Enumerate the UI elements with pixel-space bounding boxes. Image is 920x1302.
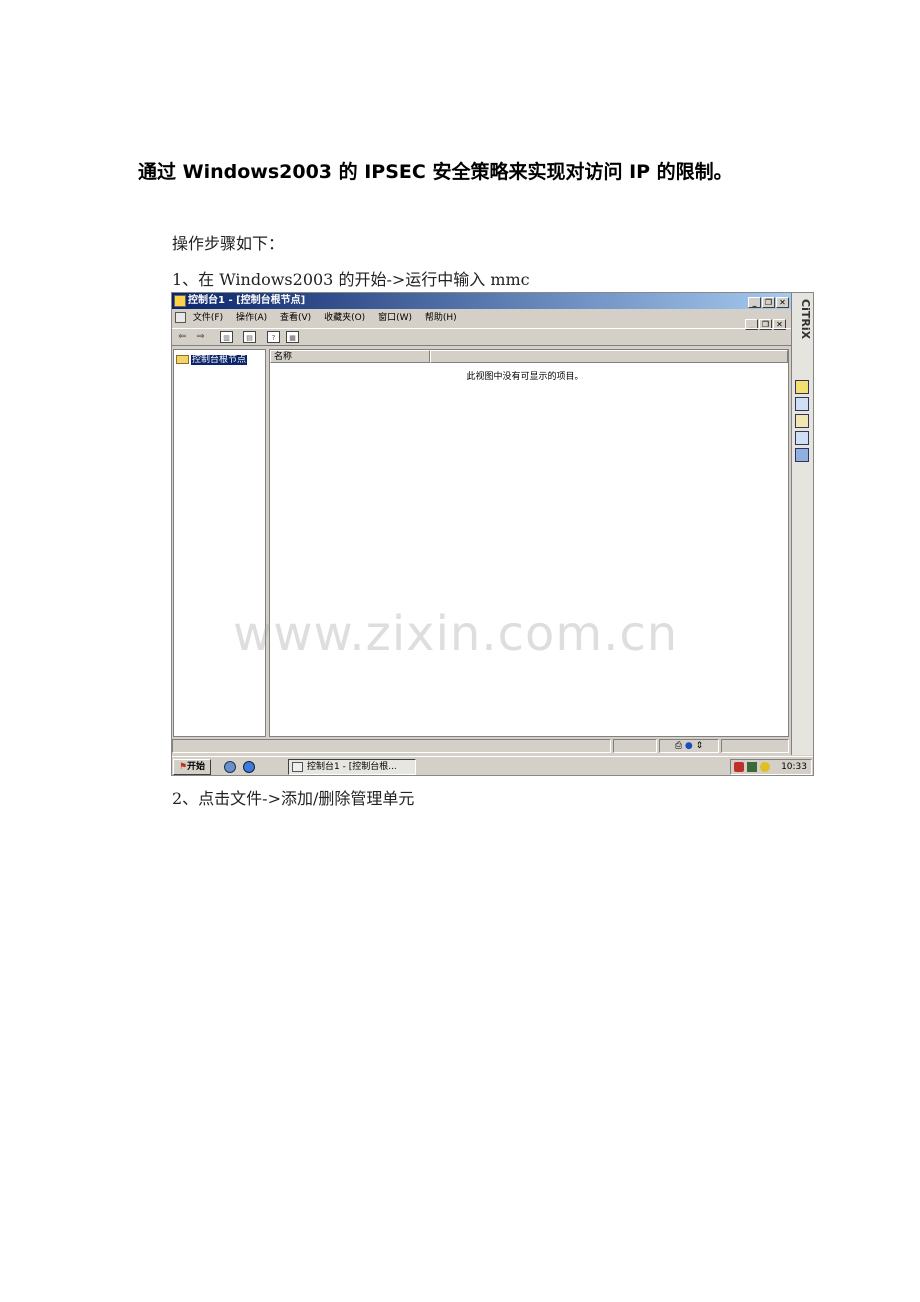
mmc-screenshot: 控制台1 - [控制台根节点] _ ❐ ✕ 文件(F) 操作(A) 查看(V) 收藏… xyxy=(171,292,814,776)
intro-paragraph: 操作步骤如下： xyxy=(172,234,285,253)
menu-view[interactable]: 查看(V) xyxy=(280,310,311,326)
menu-action[interactable]: 操作(A) xyxy=(236,310,267,326)
menu-window[interactable]: 窗口(W) xyxy=(378,310,412,326)
help-topic-icon[interactable]: ? xyxy=(267,331,280,343)
start-label: 开始 xyxy=(187,762,206,772)
show-tree-icon[interactable]: ▥ xyxy=(220,331,233,343)
printer-icon: ⎙ xyxy=(674,741,683,751)
column-header-blank[interactable] xyxy=(430,350,788,363)
console-task-icon xyxy=(292,762,303,772)
menu-favorites[interactable]: 收藏夹(O) xyxy=(324,310,365,326)
citrix-sidebar: CiTRiX xyxy=(791,293,813,755)
folder-icon xyxy=(176,355,189,364)
forward-arrow-icon[interactable]: ⇒ xyxy=(194,331,207,343)
system-tray: 10:33 xyxy=(730,759,812,775)
task-label: 控制台1 - [控制台根... xyxy=(307,762,397,772)
console-icon[interactable] xyxy=(175,312,186,323)
status-pane-2 xyxy=(613,739,657,753)
tree-item-label: 控制台根节点 xyxy=(191,355,248,365)
tree-item-console-root[interactable]: 控制台根节点 xyxy=(176,352,248,365)
toolbar: ⇐ ⇒ ▥ ▤ ? ▦ xyxy=(172,328,791,346)
network-icon[interactable] xyxy=(747,762,757,772)
step-2-paragraph: 2、点击文件->添加/删除管理单元 xyxy=(172,789,415,808)
start-button[interactable]: ⚑开始 xyxy=(173,759,211,775)
step-1-paragraph: 1、在 Windows2003 的开始->运行中输入 mmc xyxy=(172,270,530,289)
back-arrow-icon[interactable]: ⇐ xyxy=(176,331,189,343)
details-pane: 名称 此视图中没有可显示的项目。 xyxy=(269,349,789,737)
menu-file[interactable]: 文件(F) xyxy=(193,310,223,326)
console-tree-pane: 控制台根节点 xyxy=(173,349,266,737)
status-bar: ⎙ ● ⇕ xyxy=(172,739,791,754)
shield-icon[interactable] xyxy=(760,762,770,772)
citrix-home-icon[interactable] xyxy=(795,380,809,394)
export-list-icon[interactable]: ▤ xyxy=(243,331,256,343)
window-titlebar: 控制台1 - [控制台根节点] _ ❐ ✕ xyxy=(172,293,791,309)
status-pane-main xyxy=(172,739,611,753)
menu-bar: 文件(F) 操作(A) 查看(V) 收藏夹(O) 窗口(W) 帮助(H) xyxy=(172,310,791,326)
close-button[interactable]: ✕ xyxy=(776,297,789,308)
action-pane-icon[interactable]: ▦ xyxy=(286,331,299,343)
internet-explorer-icon[interactable] xyxy=(243,761,255,773)
watermark: www.zixin.com.cn xyxy=(233,606,679,662)
show-desktop-icon[interactable] xyxy=(224,761,236,773)
restore-button[interactable]: ❐ xyxy=(762,297,775,308)
citrix-display-icon[interactable] xyxy=(795,431,809,445)
windows-flag-icon: ⚑ xyxy=(178,762,188,772)
menu-help[interactable]: 帮助(H) xyxy=(425,310,457,326)
column-header-name[interactable]: 名称 xyxy=(270,350,430,363)
sort-icon: ⇕ xyxy=(695,741,704,751)
mmc-app-icon xyxy=(174,295,186,307)
status-pane-icons: ⎙ ● ⇕ xyxy=(659,739,719,753)
citrix-window-icon[interactable] xyxy=(795,397,809,411)
minimize-button[interactable]: _ xyxy=(748,297,761,308)
taskbar: ⚑开始 控制台1 - [控制台根... 10:33 xyxy=(172,756,813,775)
citrix-settings-icon[interactable] xyxy=(795,448,809,462)
security-alert-icon[interactable] xyxy=(734,762,744,772)
citrix-logo: CiTRiX xyxy=(799,299,812,340)
empty-view-message: 此视图中没有可显示的项目。 xyxy=(466,372,584,382)
window-title: 控制台1 - [控制台根节点] xyxy=(188,295,306,306)
status-pane-3 xyxy=(721,739,789,753)
document-title: 通过 Windows2003 的 IPSEC 安全策略来实现对访问 IP 的限制… xyxy=(138,161,733,183)
taskbar-item-console[interactable]: 控制台1 - [控制台根... xyxy=(288,759,416,775)
clock: 10:33 xyxy=(781,762,807,772)
citrix-keyboard-icon[interactable] xyxy=(795,414,809,428)
info-icon: ● xyxy=(684,741,693,751)
